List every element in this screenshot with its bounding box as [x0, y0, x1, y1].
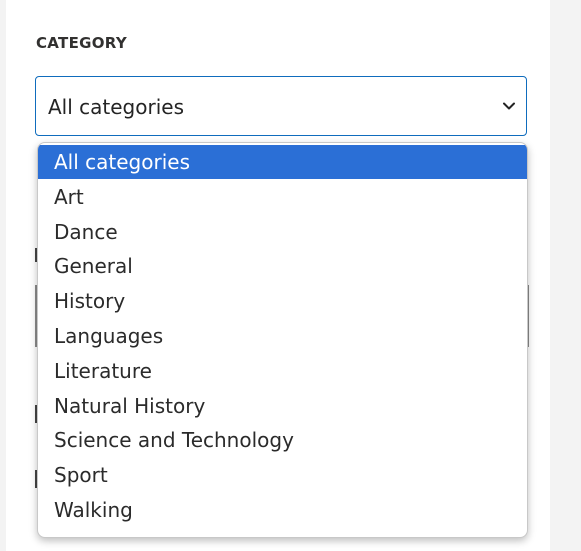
- dropdown-option[interactable]: Walking: [38, 493, 527, 528]
- dropdown-option[interactable]: Literature: [38, 354, 527, 389]
- chevron-down-icon: [503, 102, 515, 110]
- category-select[interactable]: All categories: [35, 76, 527, 136]
- dropdown-option[interactable]: Dance: [38, 215, 527, 250]
- dropdown-option[interactable]: Science and Technology: [38, 423, 527, 458]
- dropdown-option[interactable]: Art: [38, 180, 527, 215]
- dropdown-option[interactable]: All categories: [38, 145, 527, 179]
- category-select-value: All categories: [48, 95, 184, 119]
- dropdown-option[interactable]: History: [38, 284, 527, 319]
- panel-left-edge: [0, 0, 6, 551]
- category-label: CATEGORY: [36, 34, 127, 52]
- dropdown-option[interactable]: Languages: [38, 319, 527, 354]
- category-dropdown-list: All categories Art Dance General History Lang…: [37, 142, 528, 538]
- filter-panel: CATEGORY All categories All categories Ar…: [0, 0, 550, 551]
- dropdown-option[interactable]: Natural History: [38, 389, 527, 424]
- dropdown-option[interactable]: Sport: [38, 458, 527, 493]
- dropdown-option[interactable]: General: [38, 249, 527, 284]
